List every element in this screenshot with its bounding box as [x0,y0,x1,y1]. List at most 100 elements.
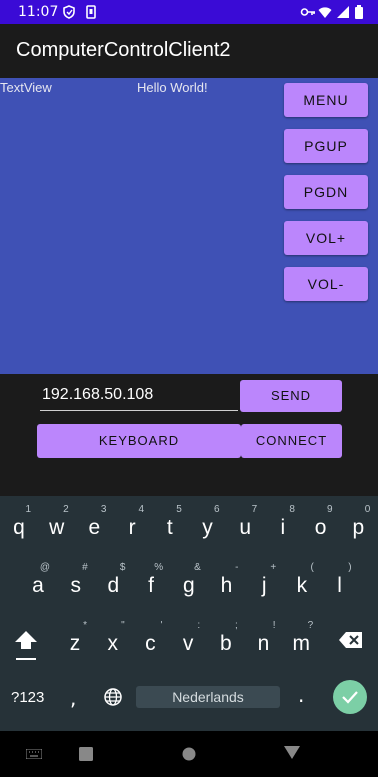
status-time: 11:07 [18,4,59,20]
key-y[interactable]: 6y [190,498,226,548]
key-label: k [296,574,308,597]
key-x[interactable]: " x [95,614,131,664]
vol-up-button[interactable]: VOL+ [284,221,368,255]
key-label: g [182,574,195,597]
signal-icon [337,6,349,18]
key-label: p [352,516,365,539]
key-label: l [337,574,342,597]
key-label: h [220,574,233,597]
hello-world-label: Hello World! [137,80,208,95]
key-label: f [148,574,155,597]
enter-key[interactable] [333,680,367,714]
key-hint: 0 [364,504,371,515]
key-hint: 3 [100,504,107,515]
shift-icon[interactable] [13,628,39,662]
key-label: v [182,632,194,655]
key-label: i [280,516,286,539]
key-label: r [128,516,136,539]
textview-label: TextView [0,80,52,95]
key-hint: @ [39,562,50,573]
key-hint: + [270,562,277,573]
key-p[interactable]: 0p [340,498,376,548]
key-k[interactable]: (k [284,556,320,606]
key-m[interactable]: ? m [283,614,319,664]
key-c[interactable]: ' c [132,614,168,664]
key-o[interactable]: 9o [303,498,339,548]
key-z[interactable]: * z [57,614,93,664]
space-key[interactable]: Nederlands [136,686,280,708]
key-l[interactable]: ) l [322,556,358,606]
period-key[interactable]: . [298,683,304,707]
keyboard-switch-icon[interactable] [26,749,42,759]
ip-address-input[interactable]: 192.168.50.108 [40,386,238,411]
key-label: t [166,516,173,539]
key-w[interactable]: 2w [39,498,75,548]
keyboard-button[interactable]: KEYBOARD [37,424,241,458]
key-i[interactable]: 8i [265,498,301,548]
key-v[interactable]: :v [170,614,206,664]
key-b[interactable]: ; b [208,614,244,664]
key-label: b [219,632,232,655]
key-hint: * [83,620,87,631]
key-label: a [32,574,44,597]
key-hint: ( [310,562,314,573]
check-icon [342,691,358,704]
key-label: c [145,632,156,655]
key-hint: 1 [25,504,31,515]
battery-icon [355,5,363,19]
key-hint: 8 [289,504,295,515]
key-hint: % [154,562,164,573]
key-hint: " [121,620,125,631]
key-hint: & [194,562,201,573]
key-s[interactable]: # s [58,556,94,606]
shield-icon [63,5,75,19]
key-hint: # [82,562,88,573]
key-j[interactable]: + j [246,556,282,606]
key-label: s [70,574,81,597]
symbols-key[interactable]: ?123 [11,689,44,706]
content-panel: TextView Hello World! MENU PGUP PGDN VOL… [0,78,378,374]
key-hint: 9 [327,504,333,515]
key-label: u [239,516,252,539]
comma-key[interactable]: , [70,686,76,710]
key-g[interactable]: & g [171,556,207,606]
key-r[interactable]: 4r [114,498,150,548]
recents-icon[interactable] [79,747,93,761]
pgdn-button[interactable]: PGDN [284,175,368,209]
key-q[interactable]: 1q [1,498,37,548]
key-hint: 6 [213,504,220,515]
key-hint: $ [119,562,126,573]
key-hint: - [235,562,239,573]
key-d[interactable]: $ d [95,556,131,606]
status-bar: 11:07 [0,0,378,24]
key-f[interactable]: % f [133,556,169,606]
navigation-bar [0,731,378,777]
connect-button[interactable]: CONNECT [241,424,342,458]
key-hint: 7 [251,504,258,515]
globe-icon[interactable] [103,687,123,707]
key-label: w [49,516,65,539]
menu-button[interactable]: MENU [284,83,368,117]
key-a[interactable]: @ a [20,556,56,606]
key-label: n [257,632,270,655]
key-hint: ! [272,620,276,631]
sim-icon [86,5,96,19]
key-label: q [13,516,25,539]
key-label: d [107,574,120,597]
key-t[interactable]: 5t [152,498,188,548]
key-h[interactable]: -h [209,556,245,606]
key-e[interactable]: 3e [76,498,112,548]
key-label: j [261,574,267,597]
key-u[interactable]: 7u [227,498,263,548]
app-title: ComputerControlClient2 [16,39,231,61]
back-chevron-down-icon[interactable] [284,746,300,760]
key-hint: ? [307,620,314,631]
pgup-button[interactable]: PGUP [284,129,368,163]
key-icon [300,8,315,16]
key-n[interactable]: ! n [246,614,282,664]
home-icon[interactable] [182,747,196,761]
backspace-icon[interactable] [338,630,364,650]
send-button[interactable]: SEND [240,380,342,412]
key-label: e [88,516,101,539]
vol-down-button[interactable]: VOL- [284,267,368,301]
